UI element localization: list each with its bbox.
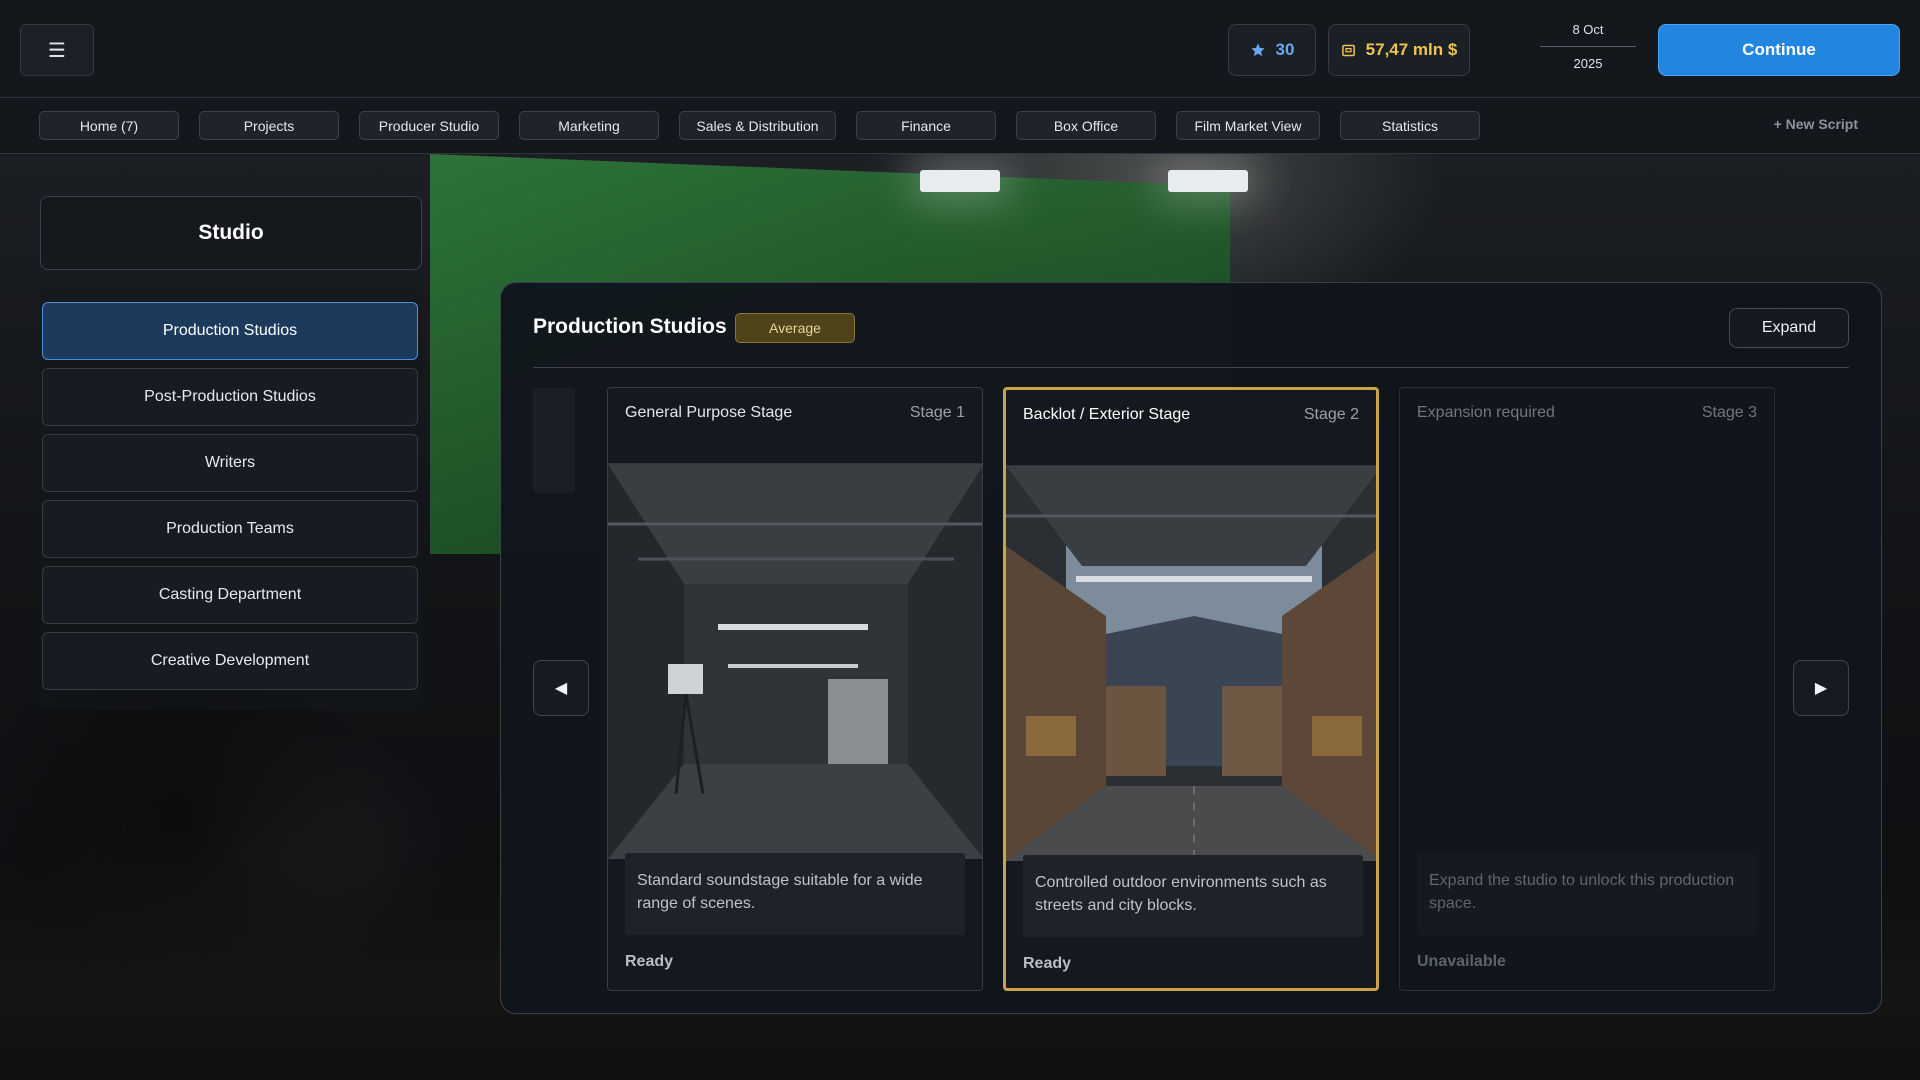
- sidebar-item-casting-department[interactable]: Casting Department: [42, 566, 418, 624]
- sidebar-item-creative-development[interactable]: Creative Development: [42, 632, 418, 690]
- star-icon: [1250, 43, 1265, 57]
- panel-divider: [533, 367, 1849, 368]
- tab-producer-studio[interactable]: Producer Studio: [359, 111, 499, 140]
- stars-value: 30: [1275, 40, 1295, 59]
- previous-card-peek: [533, 388, 575, 493]
- panel-title: Production Studios: [533, 315, 727, 338]
- production-studios-panel: Production Studios Average Expand ◀ ▶ Ge…: [500, 282, 1882, 1014]
- sidebar-title: Studio: [40, 196, 422, 270]
- stage-number: Stage 3: [1701, 404, 1757, 421]
- carousel-next-button[interactable]: ▶: [1793, 660, 1849, 716]
- stage-description: Expand the studio to unlock this product…: [1417, 853, 1757, 935]
- stage-name: Expansion required: [1417, 404, 1555, 421]
- budget-display[interactable]: 57,47 mln $: [1328, 24, 1470, 76]
- tab-box-office[interactable]: Box Office: [1016, 111, 1156, 140]
- studio-light: [1168, 170, 1248, 192]
- stage-card-3[interactable]: Expansion required Stage 3 Expand the st…: [1399, 387, 1775, 991]
- arrow-right-icon: ▶: [1814, 680, 1828, 697]
- stage-name: Backlot / Exterior Stage: [1023, 406, 1191, 423]
- game-date: 8 Oct 2025: [1540, 22, 1636, 71]
- new-script-button[interactable]: + New Script: [1774, 116, 1858, 132]
- quality-badge: Average: [735, 313, 855, 343]
- date-year: 2025: [1573, 56, 1603, 71]
- sidebar-item-writers[interactable]: Writers: [42, 434, 418, 492]
- studio-light: [920, 170, 1000, 192]
- tab-home[interactable]: Home (7): [39, 111, 179, 140]
- date-day: 8 Oct: [1572, 22, 1604, 37]
- nav-bar: Home (7) Projects Producer Studio Market…: [0, 98, 1920, 154]
- continue-button[interactable]: Continue: [1658, 24, 1900, 76]
- menu-button[interactable]: ☰: [20, 24, 94, 76]
- top-bar: ☰ 30 57,47 mln $ 8 Oct 2025 Continue: [0, 0, 1920, 98]
- tab-statistics[interactable]: Statistics: [1340, 111, 1480, 140]
- card-header: Backlot / Exterior Stage Stage 2: [1006, 390, 1376, 466]
- date-divider: [1540, 46, 1636, 47]
- money-value: 57,47 mln $: [1365, 40, 1458, 59]
- stage-name: General Purpose Stage: [625, 404, 793, 421]
- sidebar-item-production-teams[interactable]: Production Teams: [42, 500, 418, 558]
- backlot-image: [1006, 466, 1376, 861]
- tab-film-market-view[interactable]: Film Market View: [1176, 111, 1320, 140]
- stage-status: Ready: [625, 953, 674, 970]
- carousel-prev-button[interactable]: ◀: [533, 660, 589, 716]
- stage-status: Unavailable: [1417, 953, 1506, 970]
- stage-card-1[interactable]: General Purpose Stage Stage 1 Standard s…: [607, 387, 983, 991]
- hamburger-icon: ☰: [48, 39, 66, 62]
- stage-description: Standard soundstage suitable for a wide …: [625, 853, 965, 935]
- stage-status: Ready: [1023, 955, 1072, 972]
- sidebar-item-production-studios[interactable]: Production Studios: [42, 302, 418, 360]
- sidebar-item-post-production-studios[interactable]: Post-Production Studios: [42, 368, 418, 426]
- tab-sales-distribution[interactable]: Sales & Distribution: [679, 111, 836, 140]
- arrow-left-icon: ◀: [554, 680, 568, 697]
- card-header: Expansion required Stage 3: [1400, 388, 1774, 464]
- card-header: General Purpose Stage Stage 1: [608, 388, 982, 464]
- stage-number: Stage 2: [1303, 406, 1359, 423]
- tab-projects[interactable]: Projects: [199, 111, 339, 140]
- stage-description: Controlled outdoor environments such as …: [1023, 855, 1363, 937]
- tab-finance[interactable]: Finance: [856, 111, 996, 140]
- stage-number: Stage 1: [909, 404, 965, 421]
- stage-card-2[interactable]: Backlot / Exterior Stage Stage 2 Control…: [1003, 387, 1379, 991]
- wallet-icon: [1341, 44, 1355, 56]
- reputation-stars[interactable]: 30: [1228, 24, 1316, 76]
- soundstage-image: [608, 464, 982, 859]
- tab-marketing[interactable]: Marketing: [519, 111, 659, 140]
- expand-button[interactable]: Expand: [1729, 308, 1849, 348]
